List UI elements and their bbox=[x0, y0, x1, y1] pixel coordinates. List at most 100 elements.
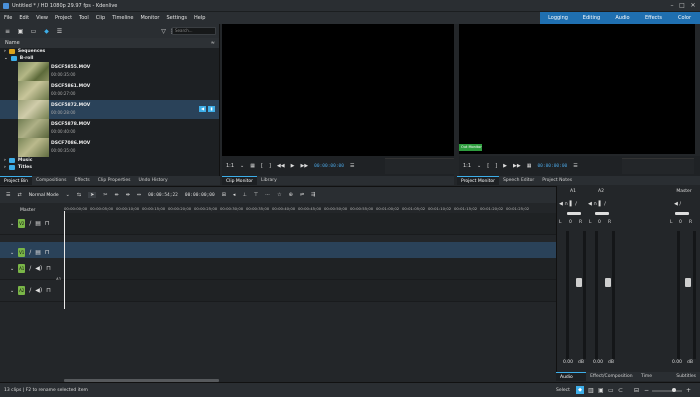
preview-icon[interactable]: ▭ bbox=[608, 387, 614, 394]
track-header-a1[interactable]: ⌄ A1 ∕ ◀) ⊓ bbox=[0, 258, 64, 280]
layout-editing[interactable]: Editing bbox=[576, 12, 607, 24]
tab-project-monitor[interactable]: Project Monitor bbox=[457, 176, 499, 185]
zoom-out-icon[interactable]: − bbox=[644, 387, 649, 394]
menu-edit[interactable]: Edit bbox=[19, 15, 29, 21]
volume-fader[interactable] bbox=[605, 278, 611, 287]
collapse-arrow-icon[interactable]: ⌄ bbox=[4, 56, 8, 61]
slip-tool-icon[interactable]: ⇼ bbox=[126, 192, 130, 198]
zoom-slider-handle[interactable] bbox=[672, 388, 676, 392]
pan-slider[interactable] bbox=[675, 212, 689, 215]
collapse-arrow-icon[interactable]: ⌄ bbox=[10, 266, 14, 272]
view-icon[interactable]: ☰ bbox=[56, 28, 63, 35]
filter-icon[interactable]: ▽ bbox=[160, 28, 167, 35]
menu-clip[interactable]: Clip bbox=[96, 15, 105, 21]
chevron-down-icon[interactable]: ⌄ bbox=[477, 163, 481, 169]
effects-icon[interactable]: ∕ bbox=[29, 265, 31, 272]
expand-arrow-icon[interactable]: › bbox=[4, 165, 6, 170]
timeline-position[interactable]: 00:00:54;22 bbox=[148, 193, 178, 198]
play-icon[interactable]: ▶ bbox=[503, 163, 507, 169]
zoom-select[interactable]: 1:1 bbox=[463, 163, 471, 169]
tag-icon[interactable]: ◆ bbox=[576, 386, 584, 394]
favorite-icon[interactable]: ☆ bbox=[277, 192, 281, 198]
menu-project[interactable]: Project bbox=[55, 15, 72, 21]
effects-icon[interactable]: ∕ bbox=[29, 220, 31, 227]
tab-subtitles[interactable]: Subtitles bbox=[672, 372, 700, 381]
forward-icon[interactable]: ▶▶ bbox=[513, 163, 521, 169]
folder-sequences[interactable]: › Sequences bbox=[0, 48, 219, 55]
spacer-tool-icon[interactable]: ⇹ bbox=[114, 192, 118, 198]
track-header-v2[interactable]: ⌄ V2 ∕ ▤ ⊓ bbox=[0, 213, 64, 235]
strip-db-value[interactable]: 0.00 bbox=[563, 360, 573, 365]
out-point-icon[interactable]: ] bbox=[269, 163, 271, 169]
video-thumb-icon[interactable]: ▣ bbox=[598, 387, 604, 394]
clip-item[interactable]: DSCF5878.MOV 00:00:40:00 bbox=[0, 119, 219, 138]
track-options-icon[interactable]: ⇌ bbox=[300, 192, 304, 198]
play-icon[interactable]: ▶ bbox=[291, 163, 295, 169]
tab-library[interactable]: Library bbox=[257, 176, 281, 185]
folder-titles[interactable]: › Titles bbox=[0, 164, 219, 171]
track-lane-a1[interactable] bbox=[64, 258, 556, 280]
tab-project-notes[interactable]: Project Notes bbox=[538, 176, 576, 185]
lock-icon[interactable]: ⊓ bbox=[46, 265, 51, 272]
rewind-icon[interactable]: ◀◀ bbox=[277, 163, 285, 169]
menu-monitor[interactable]: Monitor bbox=[140, 15, 159, 21]
zoom-fit-icon[interactable]: ⊟ bbox=[634, 387, 639, 394]
expand-arrow-icon[interactable]: › bbox=[4, 49, 6, 54]
insert-icon[interactable]: ◂ bbox=[233, 192, 236, 198]
in-point-icon[interactable]: [ bbox=[261, 163, 263, 169]
menu-icon[interactable]: ≡ bbox=[4, 28, 11, 35]
extract-icon[interactable]: ⋯ bbox=[265, 192, 270, 198]
ripple-tool-icon[interactable]: ⇔ bbox=[137, 192, 141, 198]
clip-monitor-screen[interactable] bbox=[222, 24, 454, 156]
strip-controls-icon[interactable]: ◀ ∕ bbox=[674, 201, 681, 207]
tab-clip-properties[interactable]: Clip Properties bbox=[94, 176, 135, 185]
menu-timeline[interactable]: Timeline bbox=[112, 15, 133, 21]
tab-compositions[interactable]: Compositions bbox=[32, 176, 70, 185]
lock-icon[interactable]: ⊓ bbox=[45, 249, 50, 256]
volume-fader[interactable] bbox=[685, 278, 691, 287]
strip-gain[interactable]: 0 bbox=[598, 220, 601, 225]
layout-logging[interactable]: Logging bbox=[540, 12, 576, 24]
lift-icon[interactable]: ⊤ bbox=[254, 192, 258, 198]
collapse-icon[interactable]: ≈ bbox=[211, 40, 215, 46]
add-icon[interactable]: ⊕ bbox=[289, 192, 293, 198]
lock-icon[interactable]: ⊓ bbox=[45, 220, 50, 227]
out-point-icon[interactable]: ] bbox=[495, 163, 497, 169]
tab-audio-mixer[interactable]: Audio Mix... bbox=[556, 372, 587, 389]
lock-icon[interactable]: ⊓ bbox=[46, 287, 51, 294]
speaker-icon[interactable]: ◀) bbox=[35, 265, 42, 272]
track-target-badge[interactable]: V1 bbox=[18, 248, 26, 257]
chevron-down-icon[interactable]: ⌄ bbox=[66, 192, 70, 198]
clip-monitor-timecode[interactable]: 00:00:00:00 bbox=[314, 164, 344, 169]
menu-view[interactable]: View bbox=[36, 15, 48, 21]
track-lane-v2[interactable] bbox=[64, 213, 556, 235]
layout-audio[interactable]: Audio bbox=[607, 12, 638, 24]
film-icon[interactable]: ▤ bbox=[35, 220, 41, 227]
film-icon[interactable]: ▤ bbox=[35, 249, 41, 256]
clip-item[interactable]: DSCF5855.MOV 00:00:35:00 bbox=[0, 62, 219, 81]
tab-project-bin[interactable]: Project Bin bbox=[0, 176, 33, 185]
folder-b-roll[interactable]: ⌄ B-roll bbox=[0, 55, 219, 62]
monitor-menu-icon[interactable]: ☰ bbox=[573, 163, 577, 169]
zone-icon[interactable]: ⊞ bbox=[222, 192, 226, 198]
grid-icon[interactable]: ▦ bbox=[250, 163, 255, 169]
strip-controls-icon[interactable]: ◀ ∩ ▌ ∕ bbox=[559, 201, 577, 207]
pan-slider[interactable] bbox=[567, 212, 581, 215]
in-point-icon[interactable]: [ bbox=[487, 163, 489, 169]
forward-icon[interactable]: ▶▶ bbox=[300, 163, 308, 169]
strip-gain[interactable]: 0 bbox=[679, 220, 682, 225]
strip-controls-icon[interactable]: ◀ ∩ ▌ ∕ bbox=[588, 201, 606, 207]
strip-gain[interactable]: 0 bbox=[569, 220, 572, 225]
collapse-arrow-icon[interactable]: ⌄ bbox=[10, 288, 14, 294]
audio-thumb-icon[interactable]: ▥ bbox=[588, 387, 594, 394]
audio-usage-icon[interactable]: ◀ bbox=[199, 106, 206, 112]
clip-item[interactable]: DSCF7086.MOV 00:00:35:00 bbox=[0, 138, 219, 157]
zoom-slider[interactable] bbox=[652, 390, 682, 392]
close-icon[interactable]: ✕ bbox=[689, 2, 697, 10]
tab-clip-monitor[interactable]: Clip Monitor bbox=[222, 176, 258, 185]
effects-icon[interactable]: ∕ bbox=[29, 287, 31, 294]
folder-music[interactable]: › Music bbox=[0, 157, 219, 164]
select-tool-icon[interactable]: ➤ bbox=[88, 192, 97, 198]
collapse-arrow-icon[interactable]: ⌄ bbox=[10, 250, 14, 256]
add-clip-icon[interactable]: ▣ bbox=[17, 28, 24, 35]
